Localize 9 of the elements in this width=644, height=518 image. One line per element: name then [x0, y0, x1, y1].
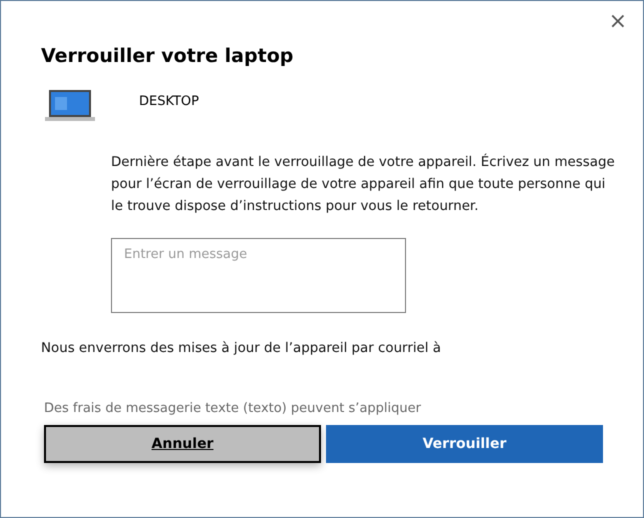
lock-button[interactable]: Verrouiller [326, 425, 603, 463]
device-name: DESKTOP [139, 94, 200, 109]
dialog-title: Verrouiller votre laptop [41, 45, 294, 67]
instructions-text: Dernière étape avant le verrouillage de votre appareil. Écrivez un message pour l’écran de verrouillage de votre appareil afin que toute personne qui le trouve dispose d’instructions pour vous le retourner. [111, 152, 616, 216]
fees-notice: Des frais de messagerie texte (texto) peuvent s’appliquer [44, 401, 422, 416]
email-notice: Nous enverrons des mises à jour de l’appareil par courriel à [41, 341, 442, 356]
message-field[interactable]: Entrer un message [111, 238, 406, 313]
cancel-button[interactable]: Annuler [44, 425, 321, 463]
laptop-icon [45, 89, 95, 122]
